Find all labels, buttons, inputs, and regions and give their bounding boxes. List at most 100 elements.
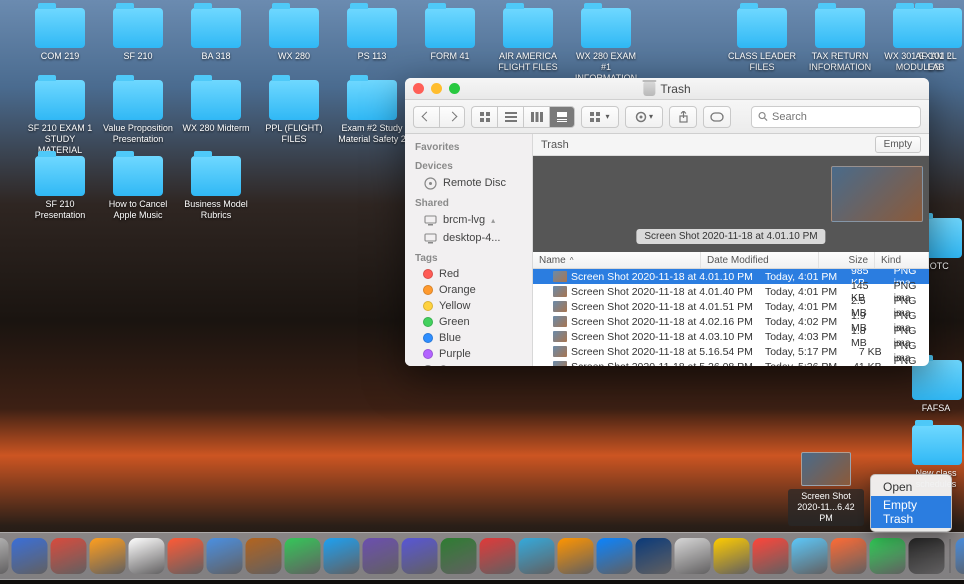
- icon-view-button[interactable]: [471, 106, 497, 128]
- column-date[interactable]: Date Modified: [701, 252, 819, 268]
- arrange-button[interactable]: [581, 106, 619, 128]
- context-empty-trash[interactable]: Empty Trash: [871, 496, 951, 528]
- desktop-folder[interactable]: Value Proposition Presentation: [102, 80, 174, 145]
- column-kind[interactable]: Kind: [875, 252, 929, 268]
- search-input[interactable]: [772, 111, 914, 123]
- dock-stack-icon[interactable]: [956, 538, 964, 574]
- dock-app-icon[interactable]: [363, 538, 399, 574]
- sidebar-tag[interactable]: Gray: [405, 362, 532, 366]
- desktop-folder[interactable]: How to Cancel Apple Music: [102, 156, 174, 221]
- dock-app-icon[interactable]: [90, 538, 126, 574]
- forward-button[interactable]: [439, 106, 465, 128]
- sidebar-tag[interactable]: Red: [405, 266, 532, 282]
- dock-app-icon[interactable]: [207, 538, 243, 574]
- file-name: Screen Shot 2020-11-18 at 4.01.51 PM: [571, 301, 753, 313]
- desktop-folder[interactable]: Exam #2 Study Material Safety 2: [336, 80, 408, 145]
- file-list[interactable]: Screen Shot 2020-11-18 at 4.01.10 PMToda…: [533, 269, 929, 366]
- desktop-folder[interactable]: SF 210: [102, 8, 174, 62]
- desktop-folder[interactable]: WX 280 EXAM #1 INFORMATION: [570, 8, 642, 84]
- desktop-folder[interactable]: AIR AMERICA FLIGHT FILES: [492, 8, 564, 73]
- dock-app-icon[interactable]: [51, 538, 87, 574]
- sidebar-item[interactable]: Remote Disc: [405, 174, 532, 192]
- desktop-folder[interactable]: PS 113: [336, 8, 408, 62]
- tag-dot-icon: [423, 301, 433, 311]
- dock-app-icon[interactable]: [441, 538, 477, 574]
- desktop-folder[interactable]: TAX RETURN INFORMATION: [804, 8, 876, 73]
- file-icon: [553, 301, 567, 312]
- folder-icon: [737, 8, 787, 48]
- preview-thumbnail[interactable]: [831, 166, 923, 222]
- dock-app-icon[interactable]: [909, 538, 945, 574]
- dock-app-icon[interactable]: [714, 538, 750, 574]
- dock-app-icon[interactable]: [519, 538, 555, 574]
- file-row[interactable]: Screen Shot 2020-11-18 at 5.26.08 PMToda…: [533, 359, 929, 366]
- file-date: Today, 4:03 PM: [759, 329, 845, 345]
- folder-icon: [113, 156, 163, 196]
- column-name[interactable]: Name^: [533, 252, 701, 268]
- coverflow-view-button[interactable]: [549, 106, 575, 128]
- dock-app-icon[interactable]: [675, 538, 711, 574]
- dock[interactable]: [0, 532, 964, 580]
- desktop-folder[interactable]: PPL (FLIGHT) FILES: [258, 80, 330, 145]
- dock-app-icon[interactable]: [870, 538, 906, 574]
- list-view-button[interactable]: [497, 106, 523, 128]
- sidebar-item[interactable]: brcm-lvg ▴: [405, 211, 532, 229]
- folder-label: WX 280 Midterm: [180, 123, 252, 134]
- search-icon: [758, 111, 768, 122]
- close-button[interactable]: [413, 83, 424, 94]
- desktop-folder[interactable]: FORM 41: [414, 8, 486, 62]
- dock-app-icon[interactable]: [597, 538, 633, 574]
- action-button[interactable]: [625, 106, 663, 128]
- tags-button[interactable]: [703, 106, 731, 128]
- folder-icon: [269, 8, 319, 48]
- dock-app-icon[interactable]: [12, 538, 48, 574]
- dock-app-icon[interactable]: [129, 538, 165, 574]
- share-button[interactable]: [669, 106, 697, 128]
- sidebar-tag[interactable]: Green: [405, 314, 532, 330]
- dock-app-icon[interactable]: [246, 538, 282, 574]
- context-open[interactable]: Open: [871, 478, 951, 496]
- desktop-folder[interactable]: WX 280 Midterm: [180, 80, 252, 134]
- desktop-folder[interactable]: AF 101 LL LAB: [912, 8, 960, 73]
- column-size[interactable]: Size: [819, 252, 875, 268]
- file-row[interactable]: Screen Shot 2020-11-18 at 4.03.10 PMToda…: [533, 329, 929, 344]
- desktop-folder[interactable]: WX 280: [258, 8, 330, 62]
- desktop-folder[interactable]: CLASS LEADER FILES: [726, 8, 798, 73]
- preview-strip[interactable]: Screen Shot 2020-11-18 at 4.01.10 PM: [533, 156, 929, 252]
- maximize-button[interactable]: [449, 83, 460, 94]
- view-mode-group: [471, 106, 575, 128]
- search-field[interactable]: [751, 106, 921, 128]
- column-view-button[interactable]: [523, 106, 549, 128]
- sidebar-tag[interactable]: Blue: [405, 330, 532, 346]
- empty-button[interactable]: Empty: [875, 136, 921, 153]
- dock-app-icon[interactable]: [168, 538, 204, 574]
- file-name: Screen Shot 2020-11-18 at 4.02.16 PM: [571, 316, 753, 328]
- file-row[interactable]: Screen Shot 2020-11-18 at 5.16.54 PMToda…: [533, 344, 929, 359]
- desktop-folder[interactable]: BA 318: [180, 8, 252, 62]
- dock-app-icon[interactable]: [831, 538, 867, 574]
- sidebar-tag[interactable]: Yellow: [405, 298, 532, 314]
- minimize-button[interactable]: [431, 83, 442, 94]
- dock-app-icon[interactable]: [0, 538, 9, 574]
- dock-app-icon[interactable]: [753, 538, 789, 574]
- dock-app-icon[interactable]: [558, 538, 594, 574]
- dock-app-icon[interactable]: [636, 538, 672, 574]
- titlebar[interactable]: Trash: [405, 78, 929, 100]
- folder-label: FAFSA: [912, 403, 960, 414]
- desktop-trash-thumbnail[interactable]: Screen Shot2020-11...6.42 PM: [788, 452, 864, 526]
- dock-app-icon[interactable]: [792, 538, 828, 574]
- dock-app-icon[interactable]: [324, 538, 360, 574]
- sidebar-tag[interactable]: Orange: [405, 282, 532, 298]
- desktop-folder[interactable]: Business Model Rubrics: [180, 156, 252, 221]
- desktop-folder[interactable]: FAFSA: [912, 360, 960, 414]
- dock-app-icon[interactable]: [285, 538, 321, 574]
- desktop-folder[interactable]: SF 210 Presentation: [24, 156, 96, 221]
- back-button[interactable]: [413, 106, 439, 128]
- desktop-folder[interactable]: COM 219: [24, 8, 96, 62]
- dock-app-icon[interactable]: [480, 538, 516, 574]
- sidebar-item[interactable]: desktop-4...: [405, 229, 532, 247]
- dock-app-icon[interactable]: [402, 538, 438, 574]
- folder-icon: [912, 425, 962, 465]
- sidebar-tag[interactable]: Purple: [405, 346, 532, 362]
- desktop-folder[interactable]: SF 210 EXAM 1 STUDY MATERIAL: [24, 80, 96, 156]
